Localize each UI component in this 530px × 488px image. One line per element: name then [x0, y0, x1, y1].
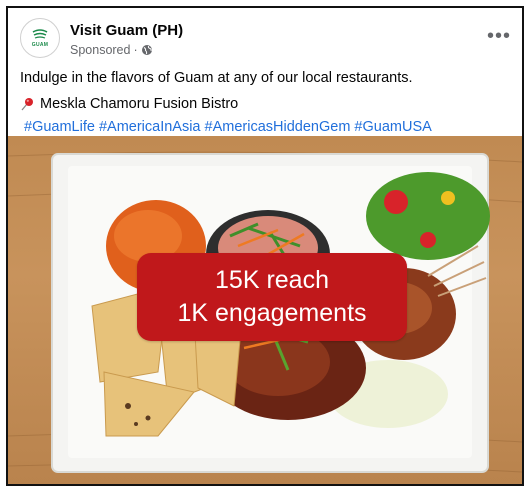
- page-name-link[interactable]: Visit Guam (PH): [70, 22, 183, 39]
- post-caption: Indulge in the flavors of Guam at any of…: [20, 70, 413, 86]
- engagements-stat: 1K engagements: [177, 299, 367, 327]
- guam-logo-icon: [32, 28, 48, 39]
- post-meta: Sponsored ·: [70, 43, 153, 57]
- sponsored-label[interactable]: Sponsored: [70, 43, 130, 57]
- meta-separator: ·: [133, 43, 138, 57]
- post-header: GUAM Visit Guam (PH) Sponsored · •••: [20, 18, 512, 64]
- location-line: Meskla Chamoru Fusion Bistro: [20, 96, 238, 112]
- hashtag-links[interactable]: #GuamLife #AmericaInAsia #AmericasHidden…: [24, 119, 432, 135]
- reach-stat: 15K reach: [215, 266, 329, 294]
- page-avatar[interactable]: GUAM: [20, 18, 60, 58]
- location-name[interactable]: Meskla Chamoru Fusion Bistro: [40, 96, 238, 112]
- more-options-button[interactable]: •••: [486, 26, 512, 46]
- round-pushpin-icon: [21, 98, 33, 111]
- avatar-logo-text: GUAM: [31, 41, 49, 48]
- sponsored-post-card: GUAM Visit Guam (PH) Sponsored · ••• Ind…: [6, 6, 524, 486]
- globe-icon[interactable]: [141, 44, 153, 56]
- metrics-overlay: 15K reach 1K engagements: [137, 253, 407, 341]
- food-photo[interactable]: 15K reach 1K engagements: [8, 136, 522, 484]
